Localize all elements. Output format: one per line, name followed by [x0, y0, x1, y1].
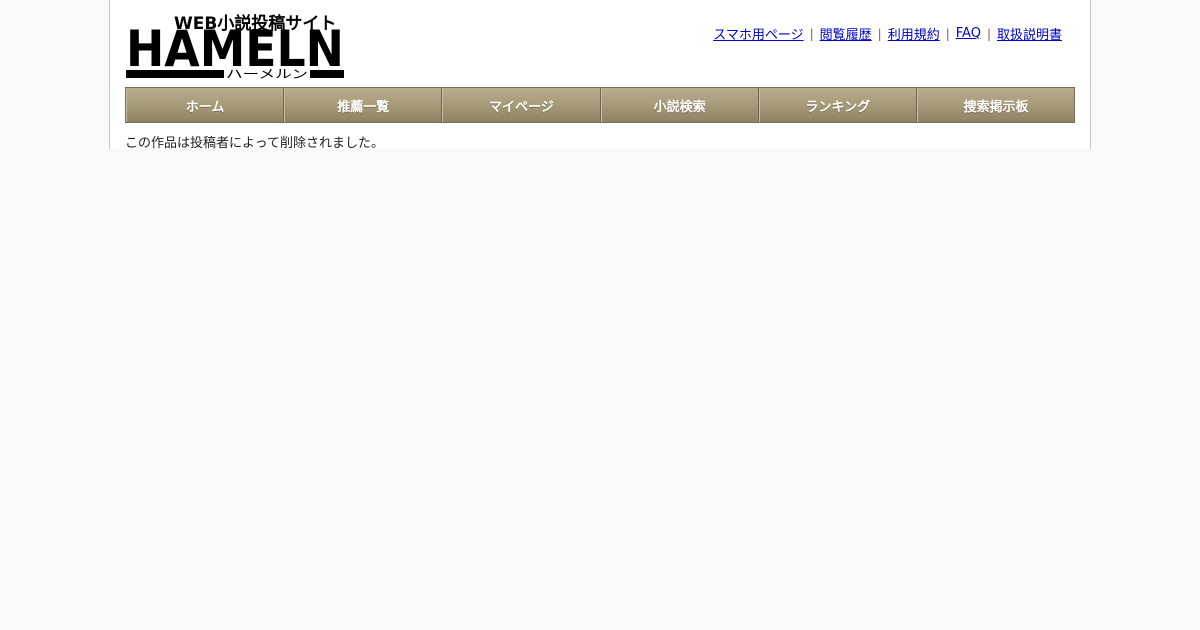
link-smartphone-page[interactable]: スマホ用ページ	[713, 24, 803, 43]
link-browsing-history[interactable]: 閲覧履歴	[820, 24, 872, 43]
nav-search-board[interactable]: 捜索掲示板	[916, 88, 1075, 122]
logo-kana: ハーメルン	[226, 67, 308, 80]
link-separator: |	[809, 26, 814, 41]
link-separator: |	[877, 26, 882, 41]
link-separator: |	[986, 26, 991, 41]
nav-novel-search[interactable]: 小説検索	[600, 88, 759, 122]
link-terms-of-use[interactable]: 利用規約	[888, 24, 940, 43]
link-faq[interactable]: FAQ	[956, 26, 981, 41]
nav-ranking[interactable]: ランキング	[758, 88, 917, 122]
hameln-logo-icon: WEB小説投稿サイト HAMELN ハーメルン	[126, 13, 344, 80]
site-logo[interactable]: WEB小説投稿サイト HAMELN ハーメルン	[126, 10, 346, 80]
header-links: スマホ用ページ | 閲覧履歴 | 利用規約 | FAQ | 取扱説明書	[713, 24, 1062, 43]
deleted-notice: この作品は投稿者によって削除されました。	[125, 136, 384, 151]
link-manual[interactable]: 取扱説明書	[997, 24, 1062, 43]
nav-home[interactable]: ホーム	[126, 88, 285, 122]
link-separator: |	[945, 26, 950, 41]
page-container: WEB小説投稿サイト HAMELN ハーメルン スマホ用ページ | 閲覧履歴 |…	[109, 0, 1091, 151]
nav-my-page[interactable]: マイページ	[442, 88, 601, 122]
main-nav: ホーム 推薦一覧 マイページ 小説検索 ランキング 捜索掲示板	[125, 87, 1075, 123]
nav-recommendations[interactable]: 推薦一覧	[284, 88, 443, 122]
